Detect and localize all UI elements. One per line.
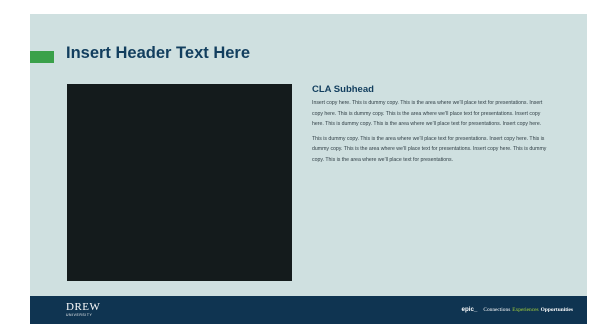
tagline-connections: Connections [483,307,511,313]
header-title[interactable]: Insert Header Text Here [66,44,250,63]
epic-logo: epic_ [461,306,478,313]
subhead[interactable]: CLA Subhead [312,84,552,95]
slide: Insert Header Text Here CLA Subhead Inse… [30,14,587,324]
logo-subtitle: UNIVERSITY [66,313,93,317]
logo-wordmark: DREW [66,301,101,313]
content-area: CLA Subhead Insert copy here. This is du… [312,84,552,170]
image-placeholder[interactable] [67,84,292,281]
tagline-experiences: Experiences [512,307,539,313]
footer-bar: DREW UNIVERSITY epic_ Connections Experi… [30,296,587,324]
accent-bar [30,51,54,63]
body-paragraph-1[interactable]: Insert copy here. This is dummy copy. Th… [312,98,552,130]
body-paragraph-2[interactable]: This is dummy copy. This is the area whe… [312,134,552,166]
tagline-opportunities: Opportunities [540,307,573,313]
tagline-words: Connections Experiences Opportunities [483,307,573,313]
tagline: epic_ Connections Experiences Opportunit… [462,306,573,313]
drew-university-logo: DREW UNIVERSITY [66,302,100,318]
